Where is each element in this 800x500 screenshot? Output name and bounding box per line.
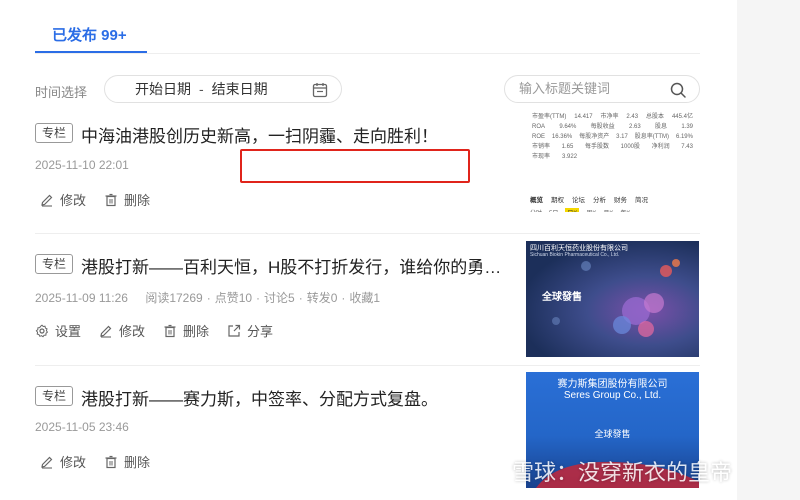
gear-icon — [35, 324, 49, 337]
post-thumbnail-biokin[interactable]: 四川百利天恒药业股份有限公司 Sichuan Biokin Pharmaceut… — [526, 241, 699, 357]
tab-divider — [35, 53, 700, 54]
post-thumbnail-stock-quote[interactable]: 市盈率(TTM) 14.417 市净率 2.43 总股本 445.4亿 ROA 9.64% 每… — [526, 108, 699, 212]
search-icon[interactable] — [669, 81, 687, 99]
search-input[interactable] — [519, 81, 659, 96]
thumb-company-name-en: Seres Group Co., Ltd. — [563, 390, 662, 401]
time-filter-label: 时间选择 — [35, 85, 88, 100]
column-badge: 专栏 — [35, 254, 73, 274]
quote-row: ROE 16.36% 每股净资产 3.17 股息率(TTM) 6.19% — [532, 134, 693, 140]
share-count: 转发0 — [306, 291, 338, 305]
edit-icon — [41, 456, 53, 469]
thumb-ipo-label: 全球發售 — [594, 429, 631, 439]
end-date-field[interactable]: 结束日期 — [212, 79, 268, 99]
edit-button[interactable]: 修改 — [40, 452, 86, 471]
column-badge: 专栏 — [35, 386, 73, 406]
delete-label: 删除 — [124, 455, 151, 470]
quote-row: 市销率 1.65 每手股数 1000股 净利润 7.43 — [532, 144, 693, 150]
start-date-field[interactable]: 开始日期 — [135, 79, 191, 99]
delete-button[interactable]: 删除 — [163, 321, 209, 340]
post-date: 2025-11-05 23:46 — [35, 420, 129, 434]
post-divider — [35, 365, 700, 366]
post-actions: 修改 删除 — [40, 452, 168, 471]
date-range-picker[interactable]: 开始日期 - 结束日期 — [104, 75, 342, 103]
right-rail — [737, 0, 800, 500]
trash-icon — [105, 455, 117, 468]
comment-count: 讨论5 — [264, 291, 295, 305]
post-item: 专栏 港股打新——百利天恒，H股不打折发行，谁给你的勇… 2025-11-09 … — [35, 241, 700, 362]
redaction-highlight-box — [240, 149, 470, 183]
share-icon — [228, 324, 241, 337]
post-meta: 2025-11-09 11:26 阅读17269 · 点赞10 · 讨论5 · 转发0 · 收藏… — [35, 291, 381, 305]
post-title[interactable]: 港股打新——百利天恒，H股不打折发行，谁给你的勇… — [81, 253, 513, 278]
delete-button[interactable]: 删除 — [104, 190, 150, 209]
edit-label: 修改 — [60, 455, 87, 470]
thumb-company-name: 赛力斯集团股份有限公司 — [557, 379, 668, 390]
settings-button[interactable]: 设置 — [35, 321, 81, 340]
quote-tabs: 概览 期权 论坛 分析 财务 简况 — [530, 197, 648, 204]
post-meta: 2025-11-05 23:46 — [35, 420, 143, 434]
delete-label: 删除 — [183, 324, 210, 339]
tab-published[interactable]: 已发布 99+ — [52, 24, 127, 45]
trash-icon — [105, 193, 117, 206]
delete-button[interactable]: 删除 — [104, 452, 150, 471]
post-meta: 2025-11-10 22:01 — [35, 158, 143, 172]
edit-icon — [41, 194, 53, 207]
edit-icon — [100, 325, 112, 338]
post-title[interactable]: 港股打新——赛力斯，中签率、分配方式复盘。 — [81, 385, 513, 410]
search-box[interactable] — [504, 75, 700, 103]
settings-label: 设置 — [55, 324, 82, 339]
post-date: 2025-11-10 22:01 — [35, 158, 129, 172]
quote-periods: 分时5日日K周K月K年K — [526, 204, 699, 212]
delete-label: 删除 — [124, 193, 151, 208]
watermark: 雪球：没穿新衣的皇帝 — [512, 460, 733, 485]
trash-icon — [164, 324, 176, 337]
like-count: 点赞10 — [214, 291, 253, 305]
molecule-art — [552, 259, 680, 337]
share-button[interactable]: 分享 — [227, 321, 273, 340]
quote-row: 市现率 3.922 — [532, 154, 578, 160]
calendar-icon[interactable] — [311, 81, 329, 99]
posts-page: 已发布 99+ 时间选择 开始日期 - 结束日期 专栏 中海油港股创历史新高，一… — [0, 0, 800, 500]
post-title[interactable]: 中海油港股创历史新高，一扫阴霾、走向胜利！ — [81, 122, 513, 147]
read-count: 阅读17269 — [145, 291, 203, 305]
edit-button[interactable]: 修改 — [40, 190, 86, 209]
post-divider — [35, 233, 700, 234]
post-actions: 修改 删除 — [40, 190, 168, 209]
quote-row: ROA 9.64% 每股收益 2.63 股息 1.39 — [532, 124, 693, 130]
post-actions: 设置 修改 删除 分享 — [35, 321, 291, 340]
edit-label: 修改 — [60, 193, 87, 208]
column-badge: 专栏 — [35, 123, 73, 143]
favorite-count: 收藏1 — [349, 291, 381, 305]
quote-row: 市盈率(TTM) 14.417 市净率 2.43 总股本 445.4亿 — [532, 114, 693, 120]
share-label: 分享 — [247, 324, 274, 339]
post-date: 2025-11-09 11:26 — [35, 291, 128, 305]
date-separator: - — [199, 81, 204, 97]
edit-button[interactable]: 修改 — [99, 321, 145, 340]
edit-label: 修改 — [119, 324, 146, 339]
